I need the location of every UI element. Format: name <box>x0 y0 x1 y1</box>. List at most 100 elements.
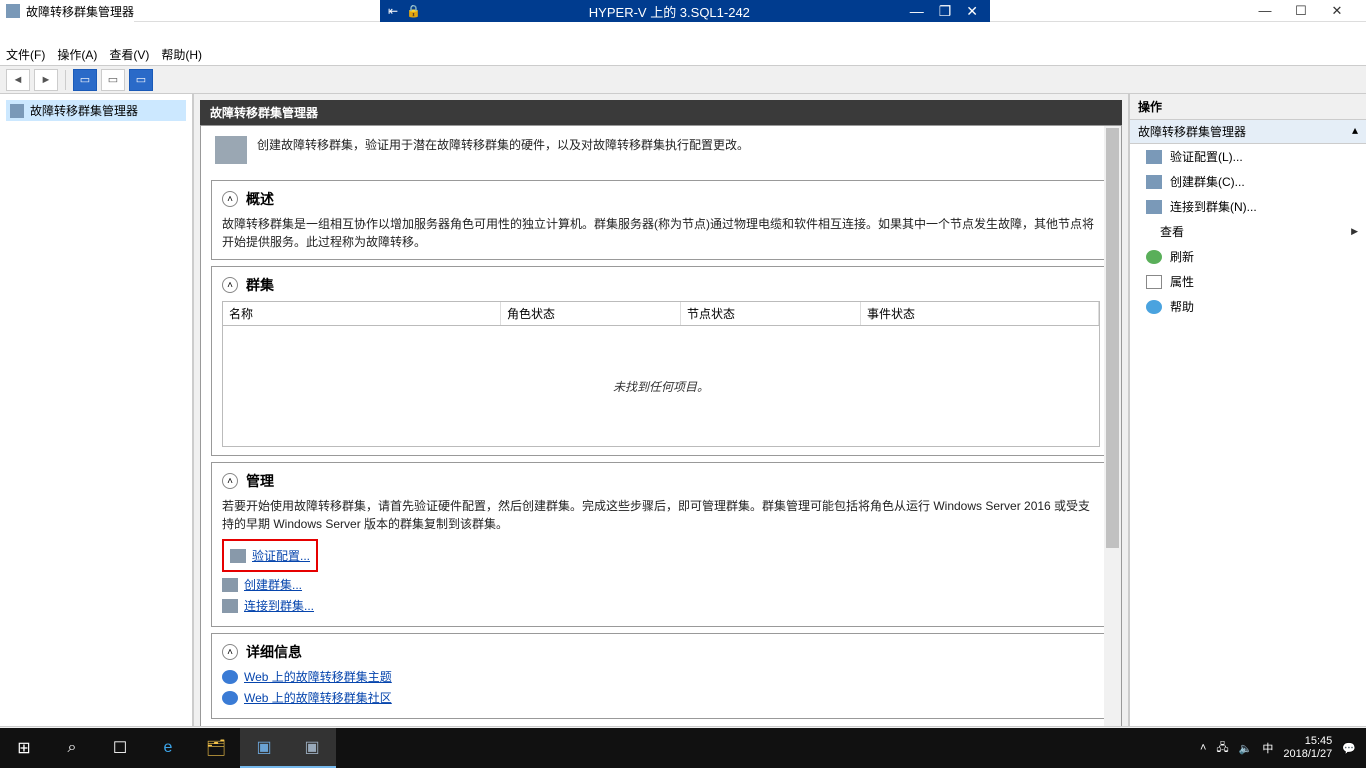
edge-icon[interactable]: e <box>144 728 192 768</box>
menu-action[interactable]: 操作(A) <box>57 46 97 63</box>
intro-text: 创建故障转移群集，验证用于潜在故障转移群集的硬件，以及对故障转移群集执行配置更改… <box>257 136 749 154</box>
outer-maximize-button[interactable]: ☐ <box>1294 3 1308 19</box>
chevron-up-icon[interactable]: ˄ <box>222 277 238 293</box>
center-pane: 故障转移群集管理器 创建故障转移群集，验证用于潜在故障转移群集的硬件，以及对故障… <box>194 94 1128 726</box>
vm-minimize-button[interactable]: — <box>910 3 924 20</box>
action-validate-label: 验证配置(L)... <box>1170 148 1243 165</box>
clusters-title: 群集 <box>246 275 274 295</box>
server-cluster-icon <box>215 136 247 164</box>
actions-section-label: 故障转移群集管理器 <box>1138 123 1246 140</box>
menu-view[interactable]: 查看(V) <box>109 46 149 63</box>
outer-close-button[interactable]: ✕ <box>1330 3 1344 19</box>
file-explorer-icon[interactable]: 🗂 <box>192 728 240 768</box>
intro-row: 创建故障转移群集，验证用于潜在故障转移群集的硬件，以及对故障转移群集执行配置更改… <box>201 126 1121 174</box>
collapse-icon[interactable]: ▴ <box>1352 123 1358 140</box>
clusters-grid: 名称 角色状态 节点状态 事件状态 未找到任何项目。 <box>222 301 1100 447</box>
create-cluster-link[interactable]: 创建群集... <box>244 576 302 593</box>
action-refresh[interactable]: 刷新 <box>1130 244 1366 269</box>
validate-icon <box>1146 150 1162 164</box>
cluster-manager-icon <box>10 104 24 118</box>
col-role-state[interactable]: 角色状态 <box>501 302 681 325</box>
notifications-icon[interactable]: 💬 <box>1342 742 1356 755</box>
actions-section-header: 故障转移群集管理器 ▴ <box>1130 120 1366 144</box>
action-connect[interactable]: 连接到群集(N)... <box>1130 194 1366 219</box>
app-title: 故障转移群集管理器 <box>26 3 134 20</box>
vm-maximize-button[interactable]: ❐ <box>939 3 952 20</box>
validate-config-link-row: 验证配置... <box>230 547 310 564</box>
col-name[interactable]: 名称 <box>223 302 501 325</box>
action-connect-label: 连接到群集(N)... <box>1170 198 1257 215</box>
chevron-up-icon[interactable]: ˄ <box>222 191 238 207</box>
network-icon[interactable]: 🖧 <box>1216 739 1228 758</box>
system-tray: ˄ 🖧 🔈 中 15:45 2018/1/27 💬 <box>1200 735 1366 761</box>
toolbar-forward-button[interactable]: ► <box>34 69 58 91</box>
overview-text: 故障转移群集是一组相互协作以增加服务器角色可用性的独立计算机。群集服务器(称为节… <box>222 215 1100 251</box>
server-manager-icon[interactable]: ▣ <box>240 728 288 768</box>
action-view[interactable]: 查看 <box>1130 219 1366 244</box>
action-view-label: 查看 <box>1160 223 1184 240</box>
outer-minimize-button[interactable]: — <box>1258 3 1272 19</box>
menu-file[interactable]: 文件(F) <box>6 46 45 63</box>
vm-close-button[interactable]: ✕ <box>966 3 978 20</box>
overview-title: 概述 <box>246 189 274 209</box>
tray-up-icon[interactable]: ˄ <box>1200 742 1206 754</box>
highlight-box: 验证配置... <box>222 539 318 572</box>
ime-indicator[interactable]: 中 <box>1262 740 1273 756</box>
connect-cluster-link[interactable]: 连接到群集... <box>244 597 314 614</box>
tree-root-item[interactable]: 故障转移群集管理器 <box>6 100 186 121</box>
web-topic-link[interactable]: Web 上的故障转移群集主题 <box>244 668 392 685</box>
main-layout: 故障转移群集管理器 故障转移群集管理器 创建故障转移群集，验证用于潜在故障转移群… <box>0 94 1366 726</box>
toolbar-view2-button[interactable]: ▭ <box>101 69 125 91</box>
globe-icon <box>222 670 238 684</box>
create-cluster-icon <box>222 578 238 592</box>
vm-pin-icon[interactable]: ⇤ <box>388 4 398 18</box>
details-panel: ˄ 详细信息 Web 上的故障转移群集主题 Web 上的故障转移群集社区 <box>211 633 1111 719</box>
cluster-manager-taskbar-icon[interactable]: ▣ <box>288 728 336 768</box>
action-help-label: 帮助 <box>1170 298 1194 315</box>
connect-cluster-link-row: 连接到群集... <box>222 597 1100 614</box>
windows-taskbar: ⊞ ⌕ ☐ e 🗂 ▣ ▣ ˄ 🖧 🔈 中 15:45 2018/1/27 💬 <box>0 728 1366 768</box>
action-validate[interactable]: 验证配置(L)... <box>1130 144 1366 169</box>
action-properties[interactable]: 属性 <box>1130 269 1366 294</box>
search-button[interactable]: ⌕ <box>48 728 96 768</box>
toolbar-back-button[interactable]: ◄ <box>6 69 30 91</box>
start-button[interactable]: ⊞ <box>0 728 48 768</box>
action-create[interactable]: 创建群集(C)... <box>1130 169 1366 194</box>
web-community-link-row: Web 上的故障转移群集社区 <box>222 689 1100 706</box>
connect-icon <box>1146 200 1162 214</box>
manage-text: 若要开始使用故障转移群集，请首先验证硬件配置，然后创建群集。完成这些步骤后，即可… <box>222 497 1100 533</box>
scrollbar-thumb[interactable] <box>1106 128 1119 548</box>
vm-caption: HYPER-V 上的 3.SQL1-242 <box>429 2 910 21</box>
clock-time: 15:45 <box>1283 735 1332 748</box>
manage-title: 管理 <box>246 471 274 491</box>
col-node-state[interactable]: 节点状态 <box>681 302 861 325</box>
task-view-button[interactable]: ☐ <box>96 728 144 768</box>
globe-icon <box>222 691 238 705</box>
grid-header: 名称 角色状态 节点状态 事件状态 <box>223 302 1099 326</box>
toolbar-view3-button[interactable]: ▭ <box>129 69 153 91</box>
web-community-link[interactable]: Web 上的故障转移群集社区 <box>244 689 392 706</box>
scrollbar[interactable] <box>1104 126 1121 726</box>
action-help[interactable]: 帮助 <box>1130 294 1366 319</box>
taskbar-clock[interactable]: 15:45 2018/1/27 <box>1283 735 1332 761</box>
chevron-up-icon[interactable]: ˄ <box>222 473 238 489</box>
chevron-up-icon[interactable]: ˄ <box>222 644 238 660</box>
action-create-label: 创建群集(C)... <box>1170 173 1245 190</box>
details-title: 详细信息 <box>246 642 302 662</box>
vm-connection-titlebar: ⇤ 🔒 HYPER-V 上的 3.SQL1-242 — ❐ ✕ <box>380 0 990 22</box>
tree-root-label: 故障转移群集管理器 <box>30 102 138 119</box>
cluster-manager-icon <box>6 4 20 18</box>
menu-bar: 文件(F) 操作(A) 查看(V) 帮助(H) <box>0 44 1366 66</box>
col-event-state[interactable]: 事件状态 <box>861 302 1099 325</box>
properties-icon <box>1146 275 1162 289</box>
volume-icon[interactable]: 🔈 <box>1239 742 1253 755</box>
grid-empty-message: 未找到任何项目。 <box>223 326 1099 446</box>
toolbar-view1-button[interactable]: ▭ <box>73 69 97 91</box>
overview-panel: ˄ 概述 故障转移群集是一组相互协作以增加服务器角色可用性的独立计算机。群集服务… <box>211 180 1111 260</box>
vm-lock-icon[interactable]: 🔒 <box>406 4 421 18</box>
validate-config-link[interactable]: 验证配置... <box>252 547 310 564</box>
center-header: 故障转移群集管理器 <box>200 100 1122 125</box>
web-topic-link-row: Web 上的故障转移群集主题 <box>222 668 1100 685</box>
clusters-panel: ˄ 群集 名称 角色状态 节点状态 事件状态 未找到任何项目。 <box>211 266 1111 456</box>
menu-help[interactable]: 帮助(H) <box>161 46 202 63</box>
